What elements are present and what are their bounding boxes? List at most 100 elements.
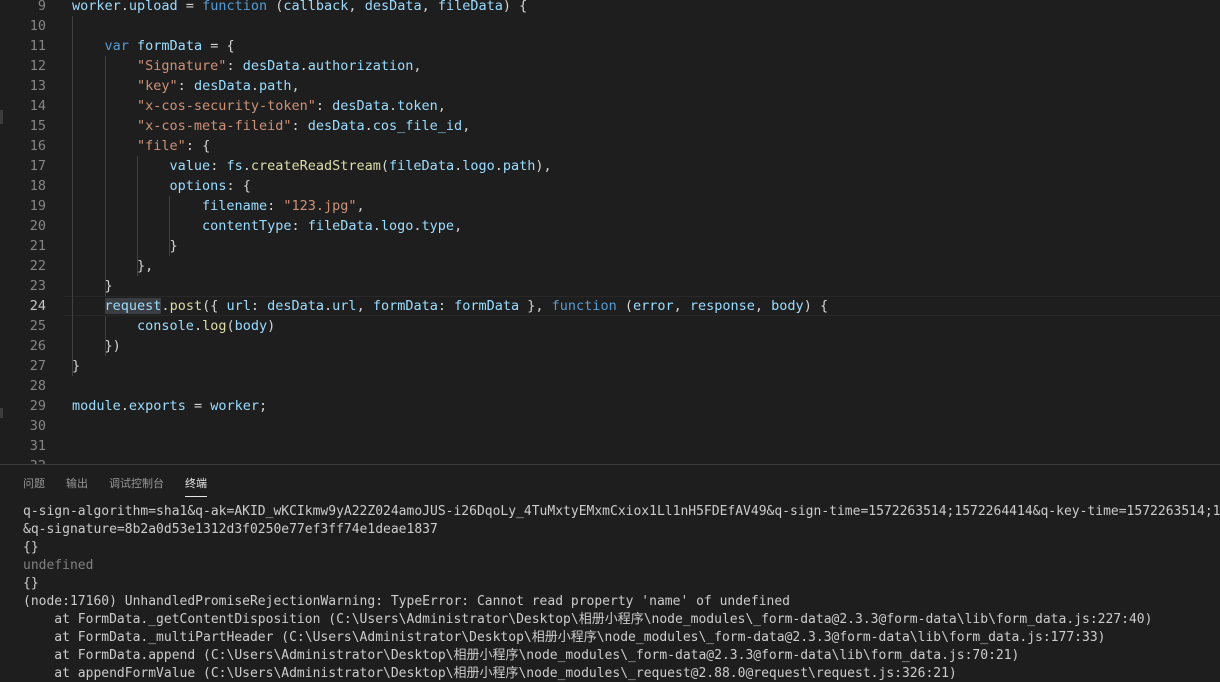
line-content: } xyxy=(72,236,178,256)
line-content: var formData = { xyxy=(72,36,235,56)
line-number: 21 xyxy=(29,238,46,254)
code-token: upload xyxy=(128,0,178,14)
line-number: 28 xyxy=(29,378,46,394)
code-line[interactable]: 27} xyxy=(0,356,1220,376)
terminal-line: {} xyxy=(23,576,39,591)
code-token: body xyxy=(771,298,804,314)
line-number: 18 xyxy=(29,178,46,194)
code-line[interactable]: 21 } xyxy=(0,236,1220,256)
code-line[interactable]: 29 module.exports = worker; xyxy=(0,396,1220,416)
code-token: logo xyxy=(462,158,495,174)
code-token: . xyxy=(389,98,398,114)
indent-guide xyxy=(105,56,106,296)
code-token: desData xyxy=(267,298,325,314)
code-token: formData xyxy=(454,298,520,314)
code-token: url xyxy=(332,298,357,314)
line-number: 9 xyxy=(37,0,46,14)
code-token: ) xyxy=(267,318,276,334)
code-token: } xyxy=(72,238,178,254)
code-token: worker xyxy=(210,398,259,414)
code-token: }, xyxy=(519,298,552,314)
code-token: : xyxy=(177,78,194,94)
tab-debug-console[interactable]: 调试控制台 xyxy=(109,465,164,501)
terminal-line: at FormData._getContentDisposition (C:\U… xyxy=(23,612,1153,627)
code-line[interactable]: 9 worker.upload = function (callback, des… xyxy=(0,0,1220,16)
code-line[interactable]: 13 "key": desData.path, xyxy=(0,76,1220,96)
code-line[interactable]: 26 }) xyxy=(0,336,1220,356)
code-token: error xyxy=(632,298,674,314)
code-token: . xyxy=(299,58,308,74)
terminal-line: (node:17160) UnhandledPromiseRejectionWa… xyxy=(23,594,791,609)
code-token: worker xyxy=(72,0,121,14)
tab-problems[interactable]: 问题 xyxy=(23,465,45,501)
code-line[interactable]: 15 "x-cos-meta-fileid": desData.cos_file… xyxy=(0,116,1220,136)
code-token: body xyxy=(234,318,268,334)
code-token: fileData xyxy=(389,158,455,174)
code-line[interactable]: 12 "Signature": desData.authorization, xyxy=(0,56,1220,76)
code-line[interactable]: 31 xyxy=(0,436,1220,456)
tab-output[interactable]: 输出 xyxy=(66,465,88,501)
code-line[interactable]: 17 value: fs.createReadStream(fileData.l… xyxy=(0,156,1220,176)
line-number: 16 xyxy=(29,138,46,154)
code-token: ({ xyxy=(202,298,227,314)
code-token: , xyxy=(356,298,373,314)
code-token: . xyxy=(454,158,463,174)
code-line[interactable]: 23 } xyxy=(0,276,1220,296)
terminal-line: q-sign-algorithm=sha1&q-ak=AKID_wKCIkmw9… xyxy=(23,504,1220,519)
code-editor[interactable]: 9 worker.upload = function (callback, des… xyxy=(0,0,1220,464)
code-line[interactable]: 16 "file": { xyxy=(0,136,1220,156)
tab-terminal[interactable]: 终端 xyxy=(185,465,207,501)
code-line[interactable]: 19 filename: "123.jpg", xyxy=(0,196,1220,216)
code-line[interactable]: 11 var formData = { xyxy=(0,36,1220,56)
line-content: "file": { xyxy=(72,136,210,156)
code-token: : xyxy=(267,198,284,214)
line-number: 25 xyxy=(29,318,46,334)
code-token: : xyxy=(210,158,227,174)
code-line[interactable]: 32 xyxy=(0,456,1220,464)
code-line[interactable]: 18 options: { xyxy=(0,176,1220,196)
line-number: 13 xyxy=(29,78,46,94)
code-token: : { xyxy=(226,178,251,194)
line-number: 11 xyxy=(29,38,46,54)
code-token: "123.jpg" xyxy=(283,198,357,214)
line-number: 29 xyxy=(29,398,46,414)
code-token: = xyxy=(185,398,211,414)
line-number: 27 xyxy=(29,358,46,374)
code-token: , xyxy=(421,0,438,14)
line-number: 32 xyxy=(0,456,46,464)
terminal-line: at FormData.append (C:\Users\Administrat… xyxy=(23,648,1020,663)
code-token: : xyxy=(226,58,243,74)
code-line[interactable]: 10 xyxy=(0,16,1220,36)
code-token: ) { xyxy=(502,0,528,14)
line-content: "key": desData.path, xyxy=(72,76,300,96)
line-number: 31 xyxy=(29,438,46,454)
code-token: . xyxy=(120,0,129,14)
code-token: url xyxy=(226,298,251,314)
code-token: token xyxy=(397,98,438,114)
code-token: desData xyxy=(307,118,365,134)
code-line[interactable]: 24 request.post({ url: desData.url, form… xyxy=(0,296,1220,316)
code-token: exports xyxy=(128,398,186,414)
line-number: 26 xyxy=(29,338,46,354)
code-line[interactable]: 30 xyxy=(0,416,1220,436)
code-token: }) xyxy=(72,338,121,354)
code-line[interactable]: 22 }, xyxy=(0,256,1220,276)
code-token: ( xyxy=(616,298,633,314)
indent-guide xyxy=(72,16,73,376)
code-token: . xyxy=(494,158,503,174)
code-line[interactable]: 25 console.log(body) xyxy=(0,316,1220,336)
code-token: var xyxy=(104,38,129,54)
line-content: "x-cos-security-token": desData.token, xyxy=(72,96,446,116)
code-token: : xyxy=(437,298,455,314)
code-line[interactable]: 28 xyxy=(0,376,1220,396)
code-line[interactable]: 14 "x-cos-security-token": desData.token… xyxy=(0,96,1220,116)
line-number: 22 xyxy=(29,258,46,274)
code-token: : xyxy=(291,218,308,234)
code-line[interactable]: 20 contentType: fileData.logo.type, xyxy=(0,216,1220,236)
code-token: options xyxy=(169,178,227,194)
code-token: "x-cos-security-token" xyxy=(137,98,316,114)
code-token: : { xyxy=(185,138,211,154)
code-token: desData xyxy=(242,58,300,74)
bottom-panel: 问题 输出 调试控制台 终端 q-sign-algorithm=sha1&q-a… xyxy=(0,465,1220,682)
terminal-line: at FormData._multiPartHeader (C:\Users\A… xyxy=(23,630,1106,645)
